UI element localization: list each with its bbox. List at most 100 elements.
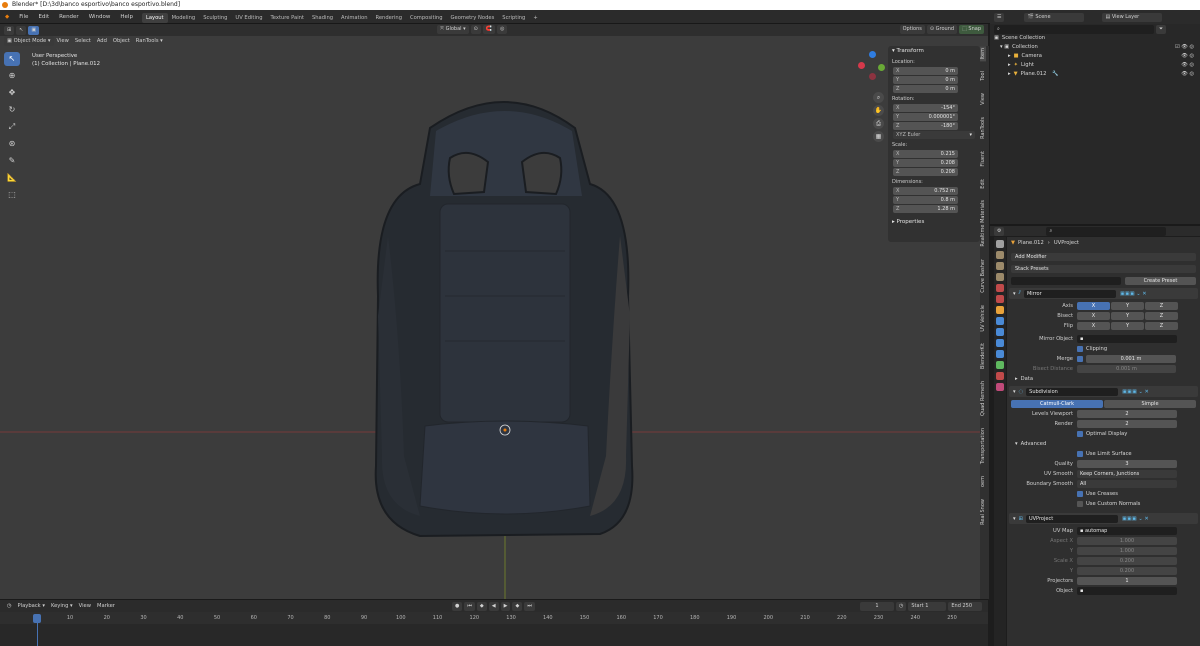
scale-icon[interactable]: ⤢ — [4, 120, 20, 134]
tab-transportation[interactable]: Transportation — [980, 426, 986, 466]
material-tab-icon[interactable] — [996, 372, 1004, 380]
uvproject-modifier-header[interactable]: ▾ ⊞ UVProject ▣▣▣ ⌄ ✕ — [1009, 513, 1198, 524]
location-y-field[interactable]: Y0 m — [893, 76, 958, 84]
flip-y[interactable]: Y — [1111, 322, 1144, 330]
next-key-icon[interactable]: ◆ — [512, 602, 523, 611]
snap-toggle-icon[interactable]: 🧲 — [482, 25, 496, 34]
outliner-search-input[interactable]: ⌕ — [994, 24, 1154, 34]
blender-menu-icon[interactable]: ◆ — [0, 10, 14, 24]
tab-compositing[interactable]: Compositing — [406, 13, 447, 23]
scene-tab-icon[interactable] — [996, 284, 1004, 292]
camera-view-icon[interactable]: ⎙ — [873, 118, 884, 129]
properties-search-input[interactable]: ⌕ — [1046, 226, 1167, 236]
physics-tab-icon[interactable] — [996, 339, 1004, 347]
tab-real-snow[interactable]: Real Snow — [980, 497, 986, 527]
preview-range-icon[interactable]: ◷ — [896, 602, 907, 611]
location-x-field[interactable]: X0 m — [893, 67, 958, 75]
tab-modeling[interactable]: Modeling — [168, 13, 200, 23]
annotate-icon[interactable]: ✎ — [4, 154, 20, 168]
dimensions-z-field[interactable]: Z 1.28 m — [893, 205, 958, 213]
view-layer-tab-icon[interactable] — [996, 273, 1004, 281]
levels-viewport-field[interactable]: 2 — [1077, 410, 1177, 418]
tab-tool[interactable]: Tool — [980, 69, 986, 83]
projectors-field[interactable]: 1 — [1077, 577, 1177, 585]
menu-file[interactable]: File — [14, 10, 33, 24]
object-tab-icon[interactable] — [996, 306, 1004, 314]
gizmo-neg-x-icon[interactable] — [869, 73, 876, 80]
transform-header[interactable]: ▾ Transform — [888, 46, 980, 56]
properties-editor-icon[interactable]: ⚙ — [994, 226, 1005, 236]
tab-quad-remesh[interactable]: Quad Remesh — [980, 379, 986, 418]
menu-rantools[interactable]: RanTools ▾ — [133, 36, 166, 46]
perspective-toggle-icon[interactable]: ▦ — [873, 131, 884, 142]
properties-header[interactable]: ▸ Properties — [888, 217, 980, 227]
tab-geometry-nodes[interactable]: Geometry Nodes — [447, 13, 499, 23]
render-tab-icon[interactable] — [996, 251, 1004, 259]
rotate-icon[interactable]: ↻ — [4, 103, 20, 117]
filter-icon[interactable]: ⏷ — [1156, 24, 1167, 34]
gizmo-z-icon[interactable] — [869, 51, 876, 58]
tab-rendering[interactable]: Rendering — [372, 13, 407, 23]
mode-dropdown[interactable]: ▣ Object Mode ▾ — [4, 36, 54, 46]
merge-distance-field[interactable]: 0.001 m — [1086, 355, 1176, 363]
menu-object[interactable]: Object — [110, 36, 133, 46]
start-frame-field[interactable]: Start 1 — [908, 602, 947, 611]
outliner-item-collection[interactable]: ▾ ▣ Collection ☑ 👁 ◎ — [990, 43, 1200, 52]
simple-button[interactable]: Simple — [1104, 400, 1196, 408]
dimensions-y-field[interactable]: Y 0.8 m — [893, 196, 958, 204]
bisect-x[interactable]: X — [1077, 312, 1110, 320]
use-limit-surface-checkbox[interactable] — [1077, 451, 1083, 457]
timeline-ruler[interactable]: 1102030405060708090100110120130140150160… — [0, 612, 988, 624]
visibility-icon[interactable]: 👁 ◎ — [1181, 61, 1194, 70]
move-icon[interactable]: ✥ — [4, 86, 20, 100]
tab-scripting[interactable]: Scripting — [498, 13, 529, 23]
rotation-y-field[interactable]: Y 0.000001° — [893, 113, 958, 121]
subdivision-modifier-header[interactable]: ▾ ◌ Subdivision ▣▣▣ ⌄ ✕ — [1009, 386, 1198, 397]
mirror-axis-y[interactable]: Y — [1111, 302, 1144, 310]
tab-animation[interactable]: Animation — [337, 13, 371, 23]
proportional-edit-icon[interactable]: ◎ — [497, 25, 508, 34]
tab-item[interactable]: Item — [980, 46, 986, 62]
current-frame-field[interactable]: 1 — [860, 602, 894, 611]
tab-fluent[interactable]: Fluent — [980, 149, 986, 169]
editor-type-icon[interactable]: ⊞ — [4, 25, 15, 35]
play-reverse-icon[interactable]: ◀ — [488, 602, 499, 611]
tab-layout[interactable]: Layout — [141, 12, 168, 23]
pivot-icon[interactable]: ⊙ — [470, 25, 481, 34]
subdivision-name-field[interactable]: Subdivision — [1026, 387, 1119, 396]
scale-x-field[interactable]: X 0.215 — [893, 150, 958, 158]
playhead[interactable] — [33, 614, 41, 623]
tab-sculpting[interactable]: Sculpting — [199, 13, 231, 23]
rotation-z-field[interactable]: Z -180° — [893, 122, 958, 130]
record-icon[interactable]: ● — [452, 602, 463, 611]
gizmo-x-icon[interactable] — [858, 62, 865, 69]
preset-name-input[interactable] — [1011, 277, 1121, 285]
outliner-item-light[interactable]: ▸ ✦ Light 👁 ◎ — [990, 61, 1200, 70]
add-modifier-dropdown[interactable]: Add Modifier — [1011, 253, 1196, 261]
boundary-smooth-dropdown[interactable]: All — [1077, 480, 1177, 488]
tab-shading[interactable]: Shading — [308, 13, 337, 23]
menu-edit[interactable]: Edit — [33, 10, 54, 24]
clipping-checkbox[interactable] — [1077, 346, 1083, 352]
zoom-icon[interactable]: ⌕ — [873, 92, 884, 103]
cursor-icon[interactable]: ⊕ — [4, 69, 20, 83]
scale-z-field[interactable]: Z 0.208 — [893, 168, 958, 176]
outliner-editor-icon[interactable]: ☰ — [994, 12, 1005, 22]
scale-x-field[interactable]: 0.200 — [1077, 557, 1177, 565]
bisect-distance-field[interactable]: 0.001 m — [1077, 365, 1176, 373]
add-cube-icon[interactable]: ⬚ — [4, 188, 20, 202]
menu-view[interactable]: View — [54, 36, 72, 46]
mirror-axis-x[interactable]: X — [1077, 302, 1110, 310]
menu-marker[interactable]: Marker — [94, 601, 118, 611]
mirror-name-field[interactable]: Mirror — [1023, 289, 1116, 298]
menu-playback[interactable]: Playback ▾ — [15, 601, 48, 611]
texture-tab-icon[interactable] — [996, 383, 1004, 391]
quality-field[interactable]: 3 — [1077, 460, 1177, 468]
world-tab-icon[interactable] — [996, 295, 1004, 303]
modifier-toggle-icons[interactable]: ▣▣▣ ⌄ ✕ — [1122, 389, 1149, 395]
catmull-clark-button[interactable]: Catmull-Clark — [1011, 400, 1103, 408]
bisect-z[interactable]: Z — [1145, 312, 1178, 320]
dimensions-x-field[interactable]: X 0.752 m — [893, 187, 958, 195]
options-dropdown[interactable]: Options — [899, 25, 925, 34]
prev-key-icon[interactable]: ◆ — [476, 602, 487, 611]
